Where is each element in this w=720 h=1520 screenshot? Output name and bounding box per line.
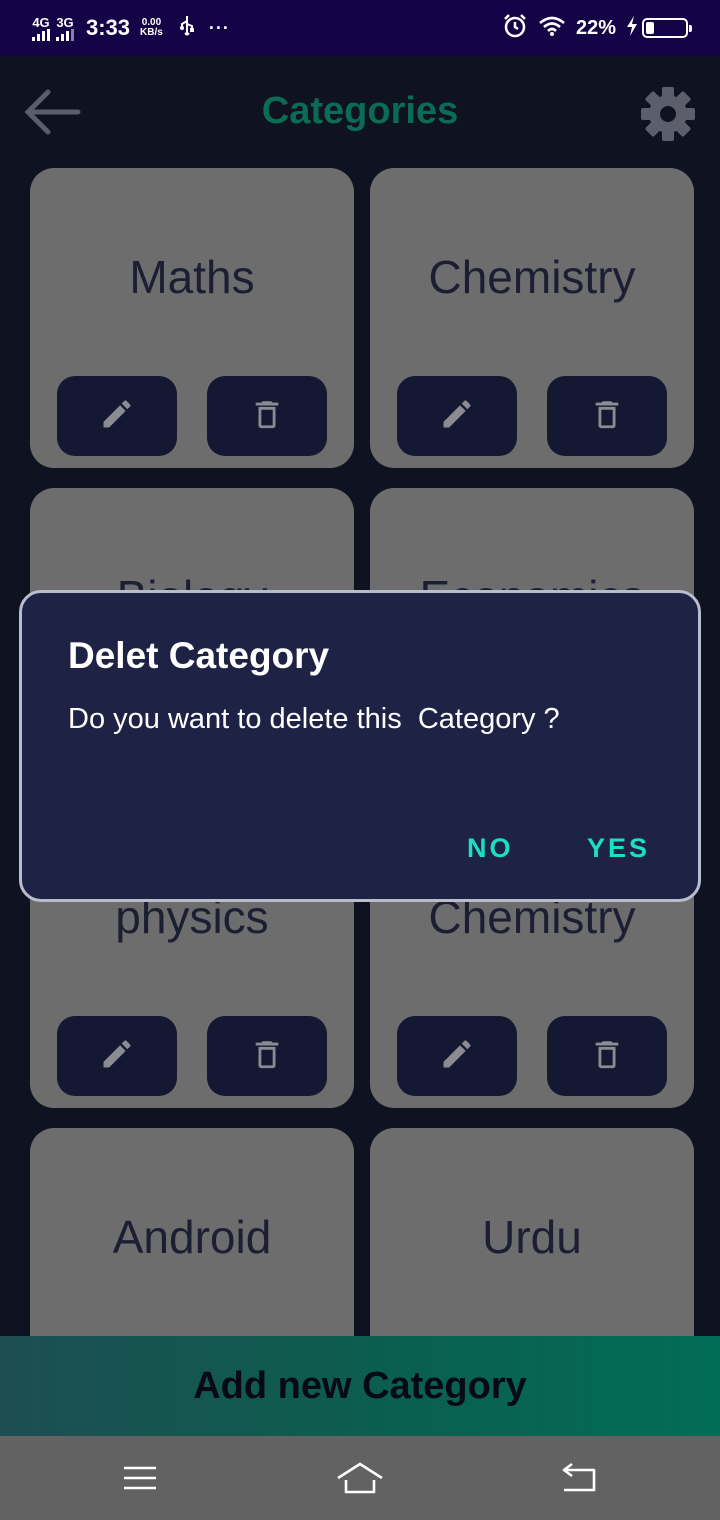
pencil-icon [99, 396, 135, 437]
yes-button[interactable]: YES [587, 833, 650, 864]
wifi-icon [538, 15, 566, 42]
return-icon [562, 1462, 596, 1492]
clock: 3:33 [86, 15, 131, 40]
battery-level [646, 22, 654, 34]
delete-category-button[interactable] [207, 1016, 327, 1096]
category-card[interactable]: Chemistry [370, 168, 694, 468]
category-card[interactable]: Maths [30, 168, 354, 468]
status-bar: 4G 3G 3:33 0.00 KB/s ··· 22% [0, 0, 720, 56]
more-notifications-icon: ··· [208, 17, 230, 38]
signal-bars-icon [56, 28, 74, 41]
home-icon [337, 1462, 383, 1494]
pencil-icon [99, 1036, 135, 1077]
gear-icon [641, 87, 695, 141]
speed-unit: KB/s [140, 27, 163, 38]
trash-icon [250, 1037, 284, 1076]
trash-icon [250, 397, 284, 436]
category-name: Chemistry [428, 251, 636, 303]
alarm-icon [502, 13, 528, 44]
back-nav-button[interactable] [550, 1456, 610, 1500]
delete-category-button[interactable] [207, 376, 327, 456]
edit-category-button[interactable] [397, 1016, 517, 1096]
menu-icon [124, 1466, 156, 1490]
dialog-title: Delet Category [68, 635, 330, 676]
edit-category-button[interactable] [57, 376, 177, 456]
pencil-icon [439, 1036, 475, 1077]
home-button[interactable] [330, 1456, 390, 1500]
network-type-label: 4G [32, 14, 50, 30]
network-type-label: 3G [56, 14, 74, 30]
category-name: Maths [129, 251, 255, 303]
battery-icon [642, 18, 692, 38]
usb-icon [179, 15, 195, 42]
edit-category-button[interactable] [57, 1016, 177, 1096]
signal-bars-icon [32, 28, 50, 41]
app-header: Categories [0, 56, 720, 168]
trash-icon [590, 1037, 624, 1076]
charging-icon [626, 15, 638, 41]
signal-3g: 3G [56, 16, 74, 41]
system-nav-bar [0, 1436, 720, 1520]
delete-category-button[interactable] [547, 376, 667, 456]
menu-button[interactable] [110, 1456, 170, 1500]
category-name: Urdu [482, 1211, 582, 1263]
trash-icon [590, 397, 624, 436]
delete-category-button[interactable] [547, 1016, 667, 1096]
settings-button[interactable] [630, 86, 706, 142]
signal-4g: 4G [32, 16, 50, 41]
delete-category-dialog: Delet Category Do you want to delete thi… [19, 590, 701, 902]
battery-percent: 22% [575, 16, 616, 39]
pencil-icon [439, 396, 475, 437]
dialog-message: Do you want to delete this Category ? [68, 703, 560, 735]
category-name: Android [112, 1211, 272, 1263]
page-title: Categories [261, 90, 459, 132]
edit-category-button[interactable] [397, 376, 517, 456]
no-button[interactable]: NO [467, 833, 514, 864]
network-speed: 0.00 KB/s [140, 18, 163, 38]
add-category-button[interactable]: Add new Category [0, 1336, 720, 1436]
